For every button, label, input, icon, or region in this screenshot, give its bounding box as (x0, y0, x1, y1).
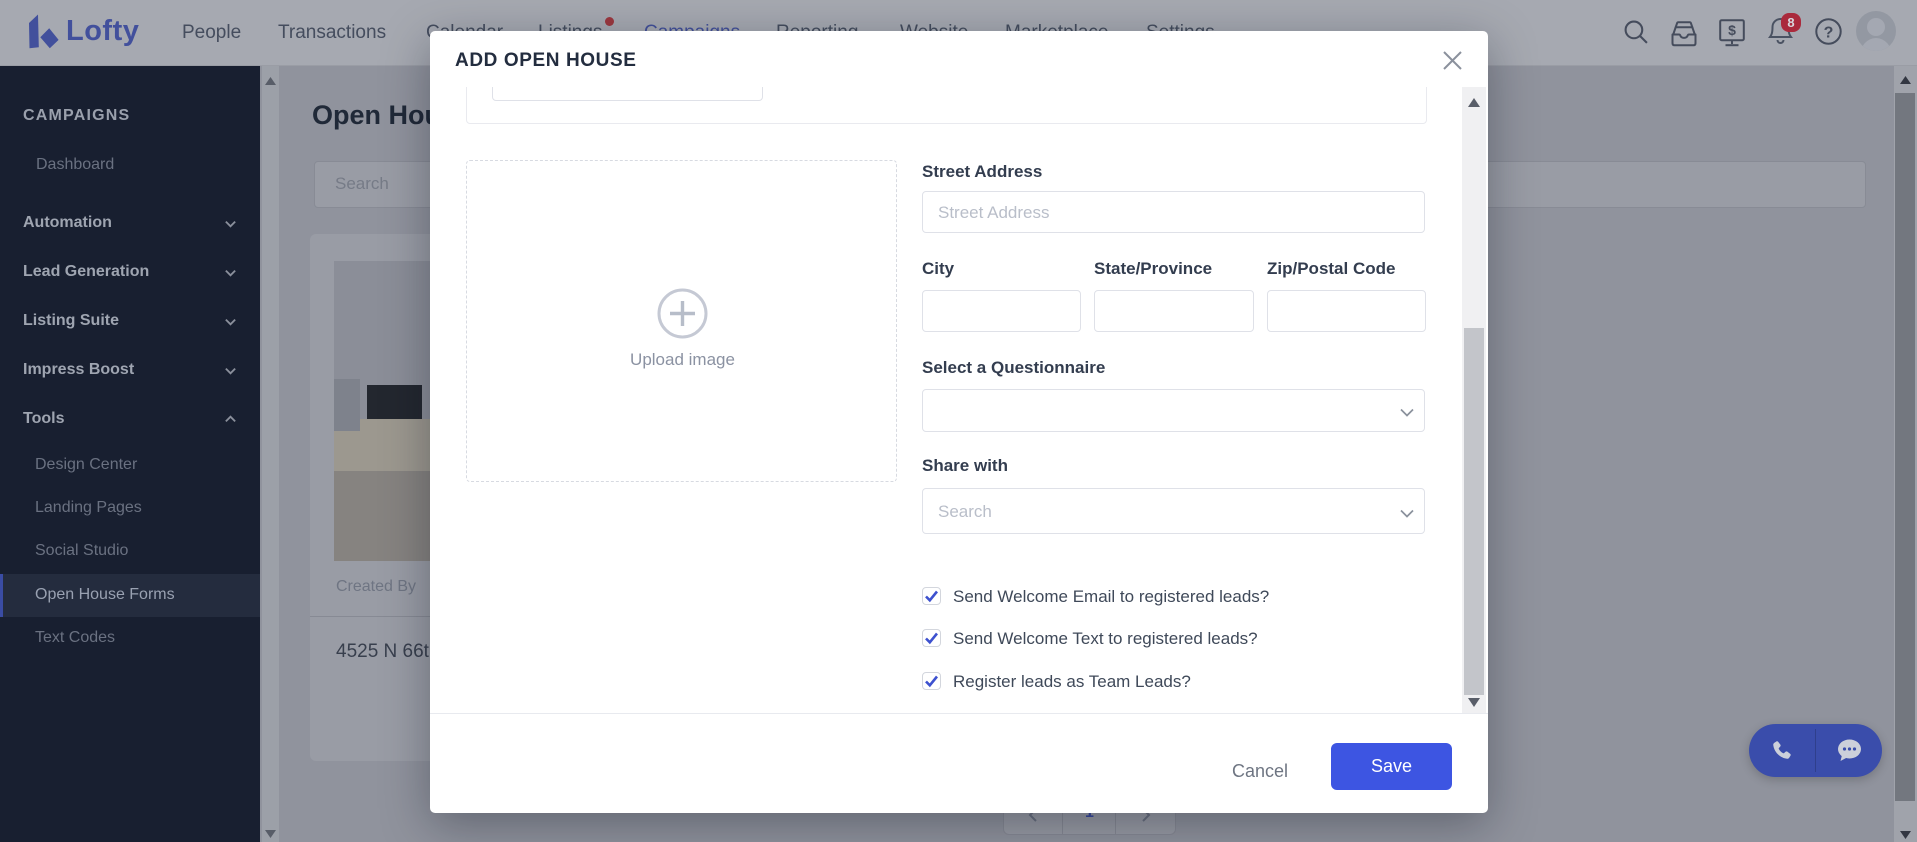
svg-text:?: ? (1824, 25, 1834, 42)
svg-text:$: $ (1728, 22, 1736, 38)
